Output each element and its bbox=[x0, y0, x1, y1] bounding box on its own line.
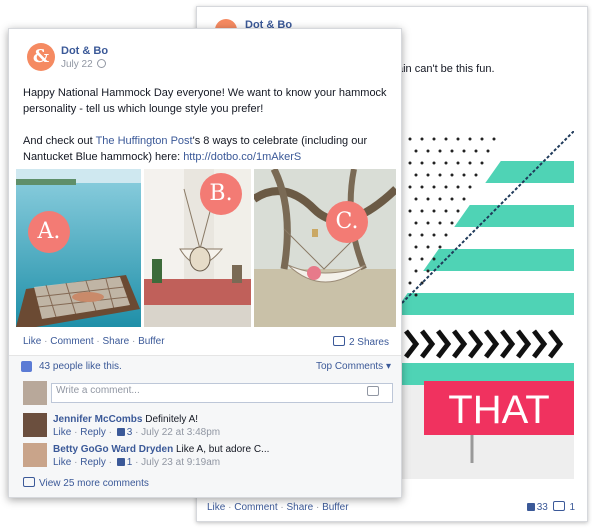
post-text-part: And check out bbox=[23, 135, 96, 147]
comment-link[interactable]: Comment bbox=[50, 336, 93, 347]
buffer-link[interactable]: Buffer bbox=[138, 336, 165, 347]
comment-author[interactable]: Jennifer McCombs bbox=[53, 414, 142, 425]
comment-body: Jennifer McCombs Definitely A! Like · Re… bbox=[53, 414, 221, 438]
url-link[interactable]: http://dotbo.co/1mAkerS bbox=[183, 151, 301, 163]
back-post-actions: Like · Comment · Share · Buffer bbox=[207, 502, 349, 513]
likes-row: 43 people like this. Top Comments ▾ bbox=[9, 355, 401, 378]
photo-b[interactable]: B. bbox=[144, 169, 251, 327]
post-date: July 22 bbox=[61, 59, 106, 70]
avatar[interactable] bbox=[23, 413, 47, 437]
shower-curtain-image: THAT bbox=[402, 131, 574, 479]
post-text-fragment: ain can't be this fun. bbox=[397, 63, 495, 75]
comment-author[interactable]: Betty GoGo Ward Dryden bbox=[53, 444, 173, 455]
share-link[interactable]: Share bbox=[103, 336, 130, 347]
comment-text: Like A, but adore C... bbox=[175, 444, 270, 455]
comment-like-count[interactable]: 3 bbox=[127, 427, 133, 438]
huffington-post-link[interactable]: The Huffington Post bbox=[96, 135, 193, 147]
badge-a: A. bbox=[28, 211, 70, 253]
comment-like-count[interactable]: 1 bbox=[127, 457, 133, 468]
comment-icon bbox=[23, 477, 35, 487]
avatar[interactable] bbox=[23, 443, 47, 467]
thumbs-up-icon bbox=[21, 361, 32, 372]
globe-icon bbox=[96, 59, 106, 68]
badge-b: B. bbox=[200, 173, 242, 215]
comment-count[interactable]: 1 bbox=[569, 502, 575, 513]
post-actions: Like · Comment · Share · Buffer bbox=[23, 336, 165, 347]
comment-input[interactable]: Write a comment... bbox=[51, 383, 393, 403]
post-card: & Dot & Bo July 22 Happy National Hammoc… bbox=[8, 28, 402, 498]
share-icon bbox=[332, 336, 345, 346]
chevron-down-icon: ▾ bbox=[385, 361, 391, 372]
view-more-comments-label: View 25 more comments bbox=[39, 478, 149, 489]
that-caption: THAT bbox=[448, 388, 549, 432]
photo-c[interactable]: C. bbox=[254, 169, 396, 327]
comment-text: Definitely A! bbox=[145, 414, 199, 425]
post-paragraph-2: And check out The Huffington Post's 8 wa… bbox=[23, 133, 391, 165]
like-count[interactable]: 33 bbox=[537, 502, 548, 513]
badge-c: C. bbox=[326, 201, 368, 243]
thumbs-up-icon bbox=[526, 503, 535, 511]
comment-link[interactable]: Comment bbox=[234, 502, 277, 513]
photo-grid: A. B. C. bbox=[16, 169, 396, 327]
comment-reply-link[interactable]: Reply bbox=[80, 427, 106, 438]
thumbs-up-icon bbox=[116, 458, 125, 466]
comment-time[interactable]: July 22 at 3:48pm bbox=[141, 427, 220, 438]
share-link[interactable]: Share bbox=[287, 502, 314, 513]
comment-reply-link[interactable]: Reply bbox=[80, 457, 106, 468]
camera-icon[interactable] bbox=[367, 386, 379, 396]
likes-count-link[interactable]: 43 people like this. bbox=[39, 361, 122, 372]
comments-section: Write a comment... Jennifer McCombs Defi… bbox=[9, 377, 401, 497]
thumbs-up-icon bbox=[116, 428, 125, 436]
back-post-counts: 33 1 bbox=[525, 501, 575, 513]
top-comments-dropdown[interactable]: Top Comments ▾ bbox=[316, 361, 391, 372]
buffer-link[interactable]: Buffer bbox=[322, 502, 349, 513]
tree-hammock-image bbox=[254, 169, 396, 327]
comment-time[interactable]: July 23 at 9:19am bbox=[141, 457, 220, 468]
page-logo-icon[interactable]: & bbox=[27, 43, 55, 71]
top-comments-label: Top Comments bbox=[315, 361, 384, 372]
like-link[interactable]: Like bbox=[23, 336, 41, 347]
shares-count[interactable]: 2 Shares bbox=[332, 336, 389, 348]
like-link[interactable]: Like bbox=[207, 502, 225, 513]
photo-a[interactable]: A. bbox=[16, 169, 141, 327]
post-image[interactable]: THAT bbox=[402, 131, 574, 479]
comment-body: Betty GoGo Ward Dryden Like A, but adore… bbox=[53, 444, 270, 468]
comment-icon bbox=[553, 501, 566, 511]
view-more-comments-link[interactable]: View 25 more comments bbox=[23, 477, 149, 489]
post-date-link[interactable]: July 22 bbox=[61, 59, 93, 70]
shares-label: 2 Shares bbox=[348, 337, 389, 348]
page-name[interactable]: Dot & Bo bbox=[61, 45, 108, 57]
comment-like-link[interactable]: Like bbox=[53, 457, 71, 468]
avatar[interactable] bbox=[23, 381, 47, 405]
post-text: Happy National Hammock Day everyone! We … bbox=[23, 85, 391, 181]
post-paragraph-1: Happy National Hammock Day everyone! We … bbox=[23, 87, 387, 115]
comment-like-link[interactable]: Like bbox=[53, 427, 71, 438]
